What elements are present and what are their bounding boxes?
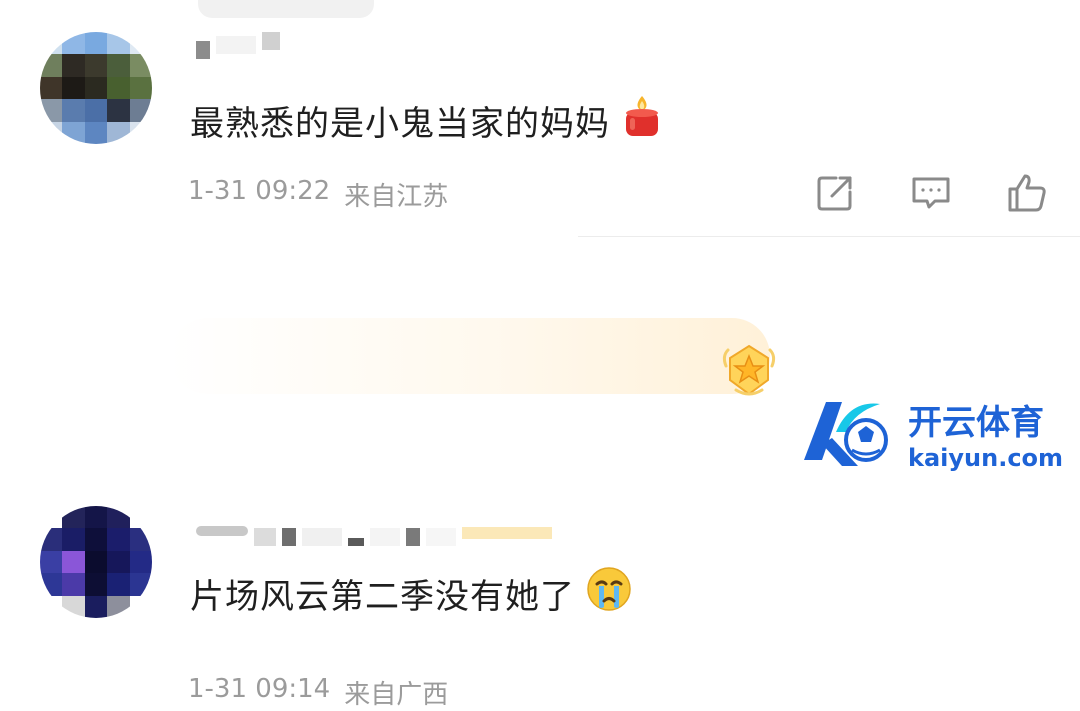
comment-text: 最熟悉的是小鬼当家的妈妈 bbox=[190, 103, 610, 144]
comment-timestamp: 1-31 09:14 bbox=[188, 674, 331, 704]
avatar[interactable] bbox=[40, 32, 152, 144]
comment-location: 来自江苏 bbox=[344, 182, 449, 212]
comment-divider bbox=[578, 236, 1080, 237]
avatar[interactable] bbox=[40, 506, 152, 618]
kaiyun-watermark-logo: 开云体育 kaiyun.com bbox=[796, 392, 1076, 486]
comment-meta: 1-31 09:22 来自江苏 bbox=[188, 176, 448, 213]
comment-icon[interactable] bbox=[908, 170, 954, 216]
star-medal-badge-icon[interactable] bbox=[716, 338, 782, 404]
comment-text-row: 片场风云第二季没有她了 bbox=[190, 566, 633, 618]
username-blurred[interactable] bbox=[196, 32, 280, 59]
comment-actions bbox=[812, 170, 1050, 216]
candle-emoji-icon bbox=[620, 94, 664, 147]
crying-emoji-icon bbox=[585, 565, 633, 622]
username-blurred[interactable] bbox=[196, 524, 552, 550]
share-icon[interactable] bbox=[812, 170, 858, 216]
brand-name: 开云体育 bbox=[908, 403, 1044, 443]
comment-text-row: 最熟悉的是小鬼当家的妈妈 bbox=[190, 95, 664, 145]
like-icon[interactable] bbox=[1004, 170, 1050, 216]
comment-text: 片场风云第二季没有她了 bbox=[190, 576, 575, 617]
comment-meta: 1-31 09:14 来自广西 bbox=[188, 674, 448, 711]
comment-item: 最熟悉的是小鬼当家的妈妈 1-31 09:22 来自江苏 bbox=[0, 0, 1080, 238]
brand-domain: kaiyun.com bbox=[908, 444, 1063, 472]
comment-location: 来自广西 bbox=[344, 680, 449, 710]
comment-timestamp: 1-31 09:22 bbox=[188, 176, 331, 206]
